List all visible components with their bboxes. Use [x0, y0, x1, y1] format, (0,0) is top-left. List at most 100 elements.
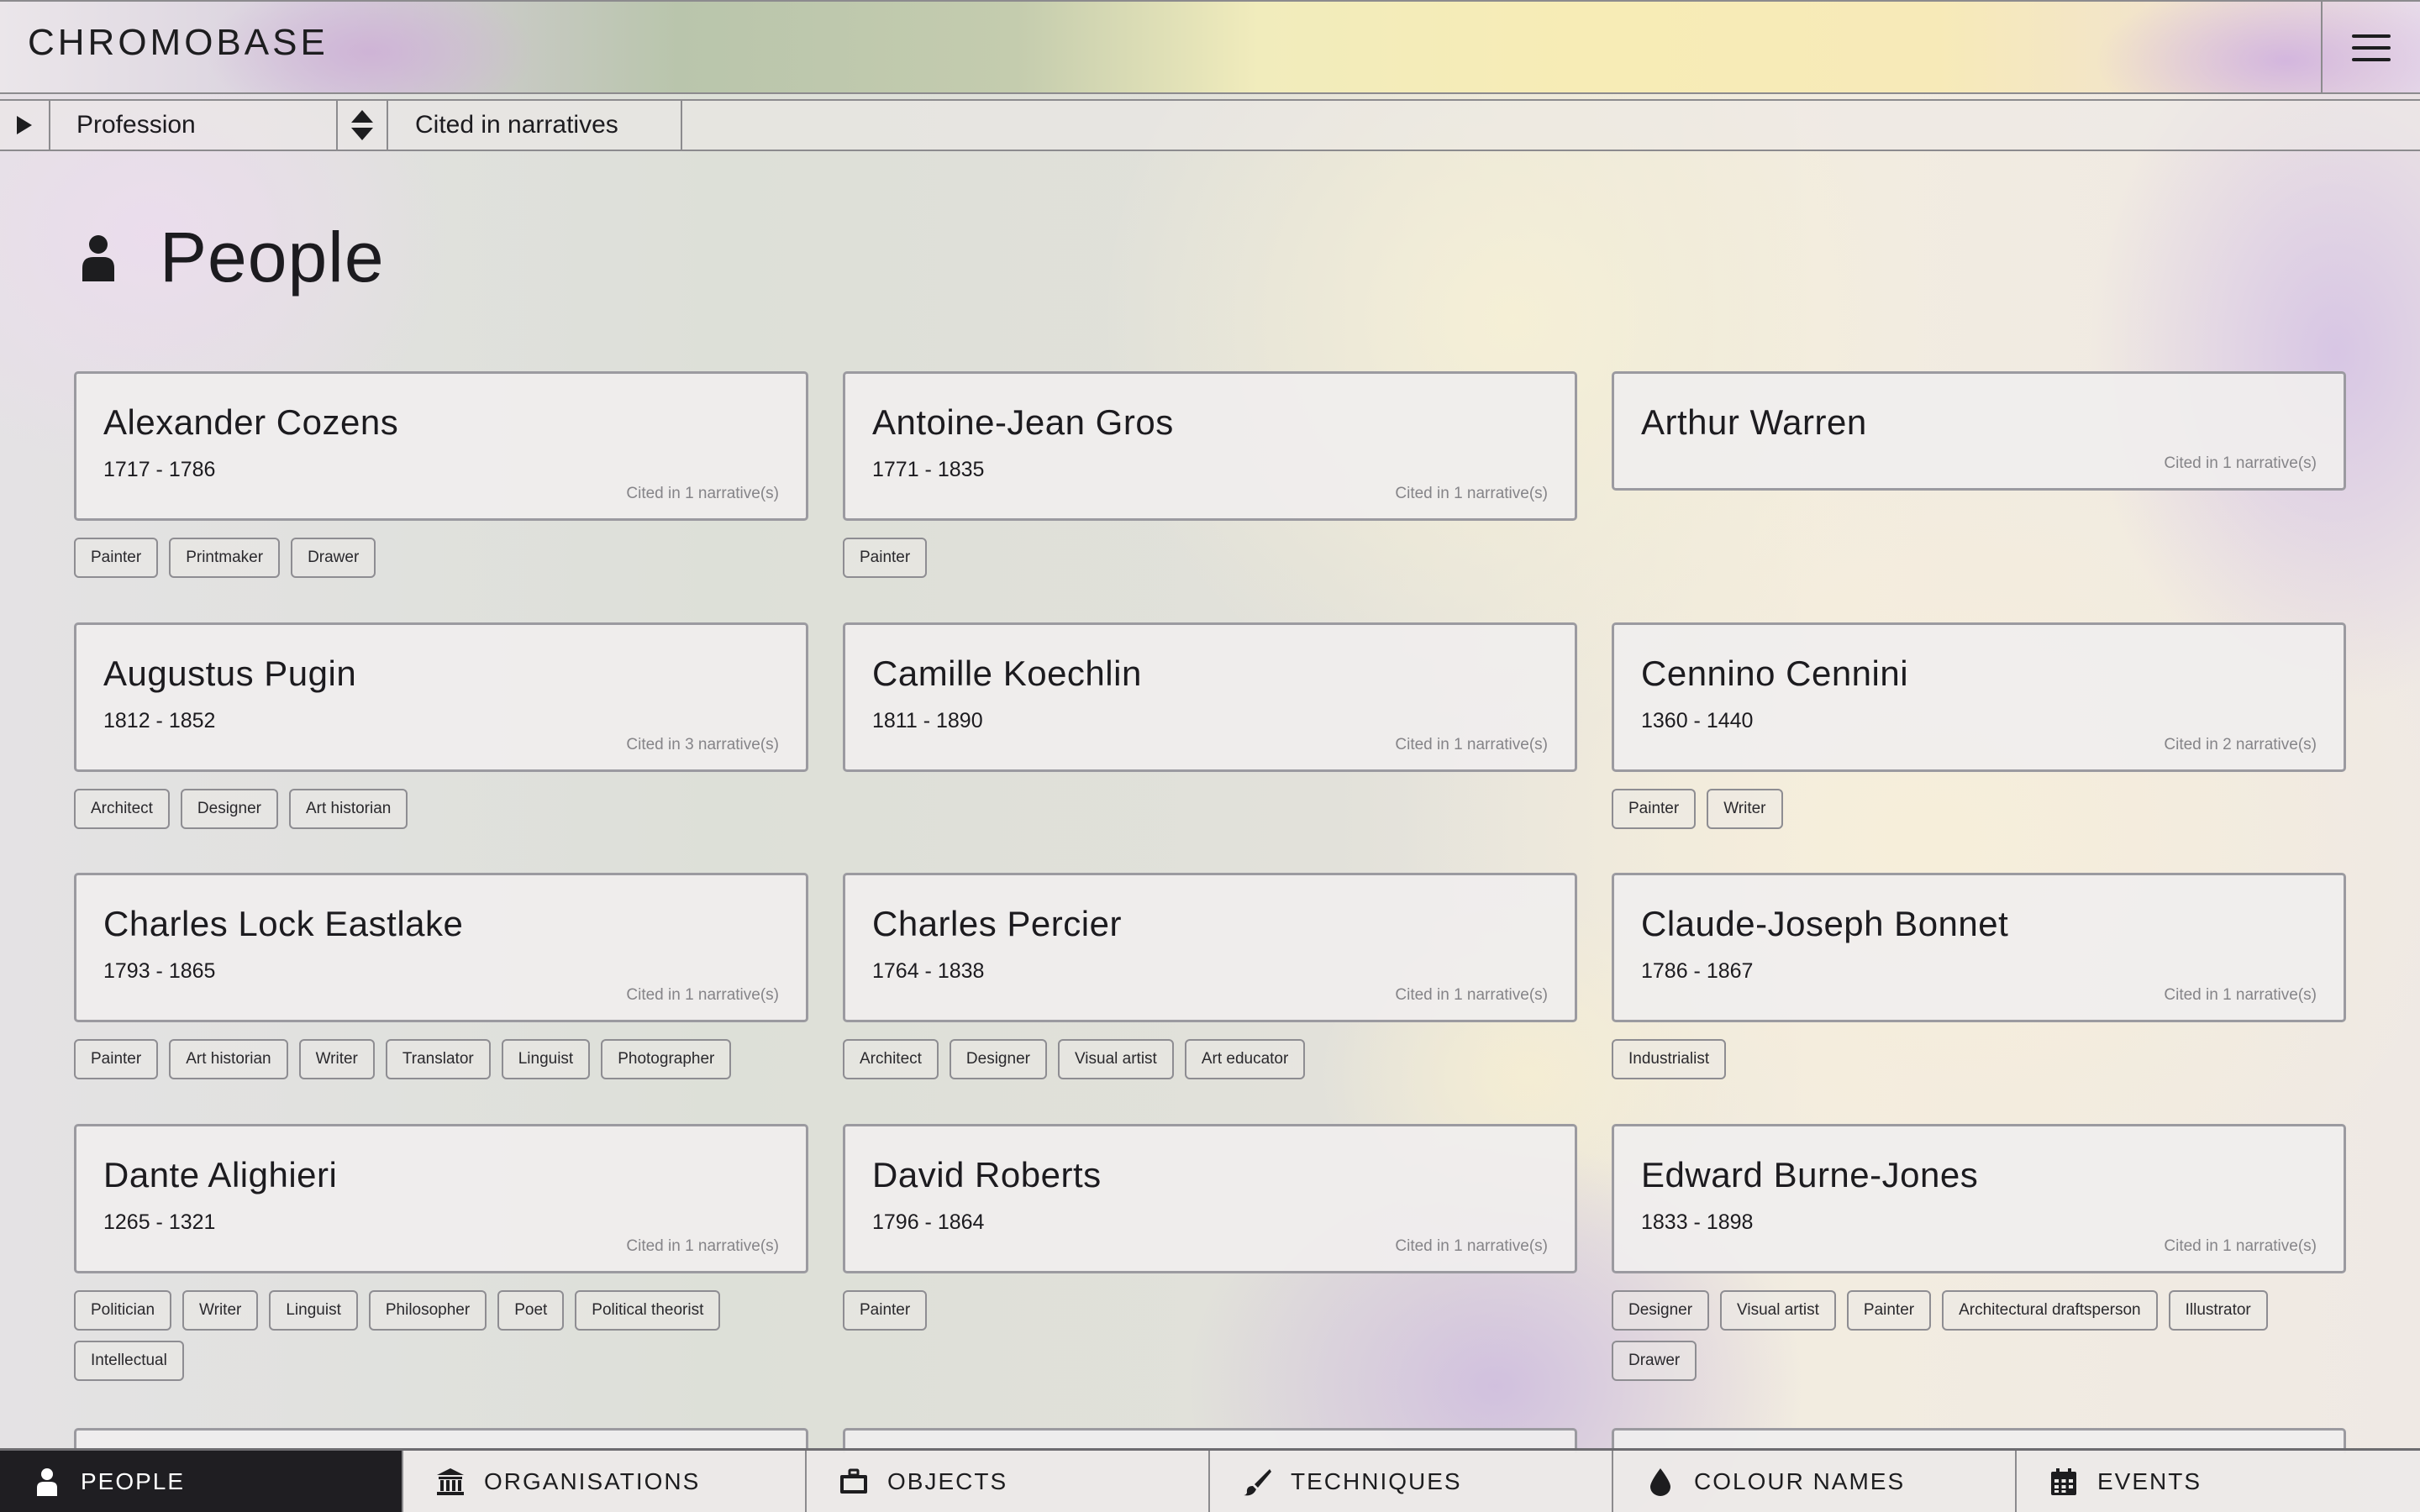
profession-tag[interactable]: Painter: [1612, 789, 1697, 829]
profession-tag[interactable]: Painter: [74, 538, 159, 578]
profession-tags: Painter Writer: [1612, 789, 2346, 829]
bottom-navigation: PEOPLE ORGANISATIONS OBJECTS TECHNIQUES COLO…: [0, 1448, 2420, 1512]
cited-count: Cited in 1 narrative(s): [1395, 485, 1548, 502]
profession-tag[interactable]: Drawer: [291, 538, 376, 578]
person-card[interactable]: Claude-Joseph Bonnet 1786 - 1867 Cited in …: [1612, 873, 2346, 1022]
profession-tags: Politician Writer Linguist Philosopher Poet P…: [74, 1290, 808, 1381]
profession-tag[interactable]: Translator: [385, 1039, 491, 1079]
profession-tag[interactable]: Linguist: [269, 1290, 358, 1331]
profession-tag[interactable]: Architectural draftsperson: [1942, 1290, 2158, 1331]
cited-count: Cited in 1 narrative(s): [2164, 986, 2317, 1004]
brand-logo[interactable]: CHROMOBASE: [28, 22, 329, 64]
nav-events[interactable]: EVENTS: [2017, 1451, 2420, 1512]
profession-tag[interactable]: Politician: [74, 1290, 172, 1331]
nav-objects[interactable]: OBJECTS: [807, 1451, 1210, 1512]
person-dates: 1833 - 1898: [1641, 1210, 1754, 1234]
top-bar: CHROMOBASE: [0, 0, 2420, 94]
person-name: Camille Koechlin: [872, 654, 1142, 693]
person-card[interactable]: Edward Burne-Jones 1833 - 1898 Cited in 1 …: [1612, 1124, 2346, 1273]
nav-label: ORGANISATIONS: [484, 1467, 701, 1494]
profession-tag[interactable]: Printmaker: [169, 538, 281, 578]
person-card[interactable]: Antoine-Jean Gros 1771 - 1835 Cited in 1 n…: [843, 371, 1577, 521]
nav-techniques[interactable]: TECHNIQUES: [1210, 1451, 1613, 1512]
person-icon: [32, 1467, 62, 1497]
person-card[interactable]: Camille Koechlin 1811 - 1890 Cited in 1 na…: [843, 622, 1577, 772]
person-card[interactable]: Cennino Cennini 1360 - 1440 Cited in 2 nar…: [1612, 622, 2346, 772]
profession-tag[interactable]: Painter: [843, 1290, 928, 1331]
profession-tag[interactable]: Painter: [74, 1039, 159, 1079]
profession-tag[interactable]: Painter: [843, 538, 928, 578]
profession-tags: Painter Art historian Writer Translator Ling…: [74, 1039, 808, 1079]
nav-colour-names[interactable]: COLOUR NAMES: [1613, 1451, 2017, 1512]
cited-in-narratives-filter[interactable]: Cited in narratives: [388, 101, 682, 150]
profession-tag[interactable]: Visual artist: [1720, 1290, 1836, 1331]
profession-tags: Painter: [843, 538, 1577, 578]
cited-count: Cited in 1 narrative(s): [2164, 1237, 2317, 1255]
person-dates: 1360 - 1440: [1641, 709, 1754, 732]
nav-label: PEOPLE: [81, 1467, 186, 1494]
profession-tag[interactable]: Designer: [180, 789, 278, 829]
person-card[interactable]: Alexander Cozens 1717 - 1786 Cited in 1 na…: [74, 371, 808, 521]
profession-tag[interactable]: Writer: [182, 1290, 259, 1331]
person-card[interactable]: Charles Lock Eastlake 1793 - 1865 Cited in…: [74, 873, 808, 1022]
person-name: Charles Percier: [872, 904, 1122, 943]
person-card[interactable]: Charles Percier 1764 - 1838 Cited in 1 nar…: [843, 873, 1577, 1022]
cited-count: Cited in 1 narrative(s): [626, 1237, 779, 1255]
person-name: Antoine-Jean Gros: [872, 402, 1174, 442]
person-card[interactable]: Dante Alighieri 1265 - 1321 Cited in 1 nar…: [74, 1124, 808, 1273]
profession-tag[interactable]: Architect: [74, 789, 170, 829]
menu-icon-line: [2352, 46, 2391, 50]
nav-label: COLOUR NAMES: [1694, 1467, 1906, 1494]
profession-tag[interactable]: Architect: [843, 1039, 939, 1079]
profession-tag[interactable]: Writer: [298, 1039, 375, 1079]
calendar-icon: [2049, 1467, 2079, 1497]
profession-tag[interactable]: Industrialist: [1612, 1039, 1727, 1079]
profession-tag[interactable]: Drawer: [1612, 1341, 1697, 1381]
person-name: Arthur Warren: [1641, 402, 1867, 442]
person-name: Claude-Joseph Bonnet: [1641, 904, 2009, 943]
profession-filter[interactable]: Profession: [50, 101, 338, 150]
profession-tag[interactable]: Philosopher: [368, 1290, 487, 1331]
person-name: Edward Burne-Jones: [1641, 1155, 1979, 1194]
person-dates: 1812 - 1852: [103, 709, 216, 732]
profession-tag[interactable]: Political theorist: [575, 1290, 721, 1331]
person-card[interactable]: David Roberts 1796 - 1864 Cited in 1 narra…: [843, 1124, 1577, 1273]
profession-tag[interactable]: Photographer: [601, 1039, 732, 1079]
person-card[interactable]: Augustus Pugin 1812 - 1852 Cited in 3 narr…: [74, 622, 808, 772]
profession-tag[interactable]: Illustrator: [2168, 1290, 2268, 1331]
profession-tag[interactable]: Intellectual: [74, 1341, 184, 1381]
profession-tag[interactable]: Art historian: [169, 1039, 288, 1079]
profession-tag[interactable]: Designer: [1612, 1290, 1710, 1331]
play-icon: [17, 116, 32, 134]
nav-organisations[interactable]: ORGANISATIONS: [403, 1451, 807, 1512]
hamburger-menu-button[interactable]: [2321, 2, 2420, 94]
person-dates: 1771 - 1835: [872, 458, 985, 481]
person-dates: 1786 - 1867: [1641, 959, 1754, 983]
cited-count: Cited in 3 narrative(s): [626, 736, 779, 753]
profession-tag[interactable]: Art historian: [288, 789, 408, 829]
person-dates: 1764 - 1838: [872, 959, 985, 983]
page-title: People: [160, 218, 385, 297]
cited-count: Cited in 1 narrative(s): [1395, 1237, 1548, 1255]
cited-count: Cited in 1 narrative(s): [2164, 454, 2317, 472]
profession-tag[interactable]: Visual artist: [1057, 1039, 1174, 1079]
cited-count: Cited in 1 narrative(s): [626, 485, 779, 502]
person-card[interactable]: Arthur Warren Cited in 1 narrative(s): [1612, 371, 2346, 491]
profession-tags: Industrialist: [1612, 1039, 2346, 1079]
paintbrush-icon: [1242, 1467, 1272, 1497]
profession-tag[interactable]: Art educator: [1184, 1039, 1306, 1079]
profession-tag[interactable]: Poet: [497, 1290, 565, 1331]
briefcase-icon: [839, 1467, 869, 1497]
institution-icon: [435, 1467, 466, 1497]
page-header: People: [81, 217, 385, 298]
sort-icon: [351, 110, 373, 140]
profession-tag[interactable]: Painter: [1846, 1290, 1932, 1331]
profession-tag[interactable]: Designer: [949, 1039, 1047, 1079]
profession-tag[interactable]: Linguist: [501, 1039, 591, 1079]
sort-toggle-button[interactable]: [338, 101, 388, 150]
profession-tag[interactable]: Writer: [1707, 789, 1783, 829]
nav-label: TECHNIQUES: [1291, 1467, 1462, 1494]
profession-tags: Designer Visual artist Painter Architectura…: [1612, 1290, 2346, 1381]
nav-people[interactable]: PEOPLE: [0, 1451, 403, 1512]
expand-filters-button[interactable]: [0, 101, 50, 150]
